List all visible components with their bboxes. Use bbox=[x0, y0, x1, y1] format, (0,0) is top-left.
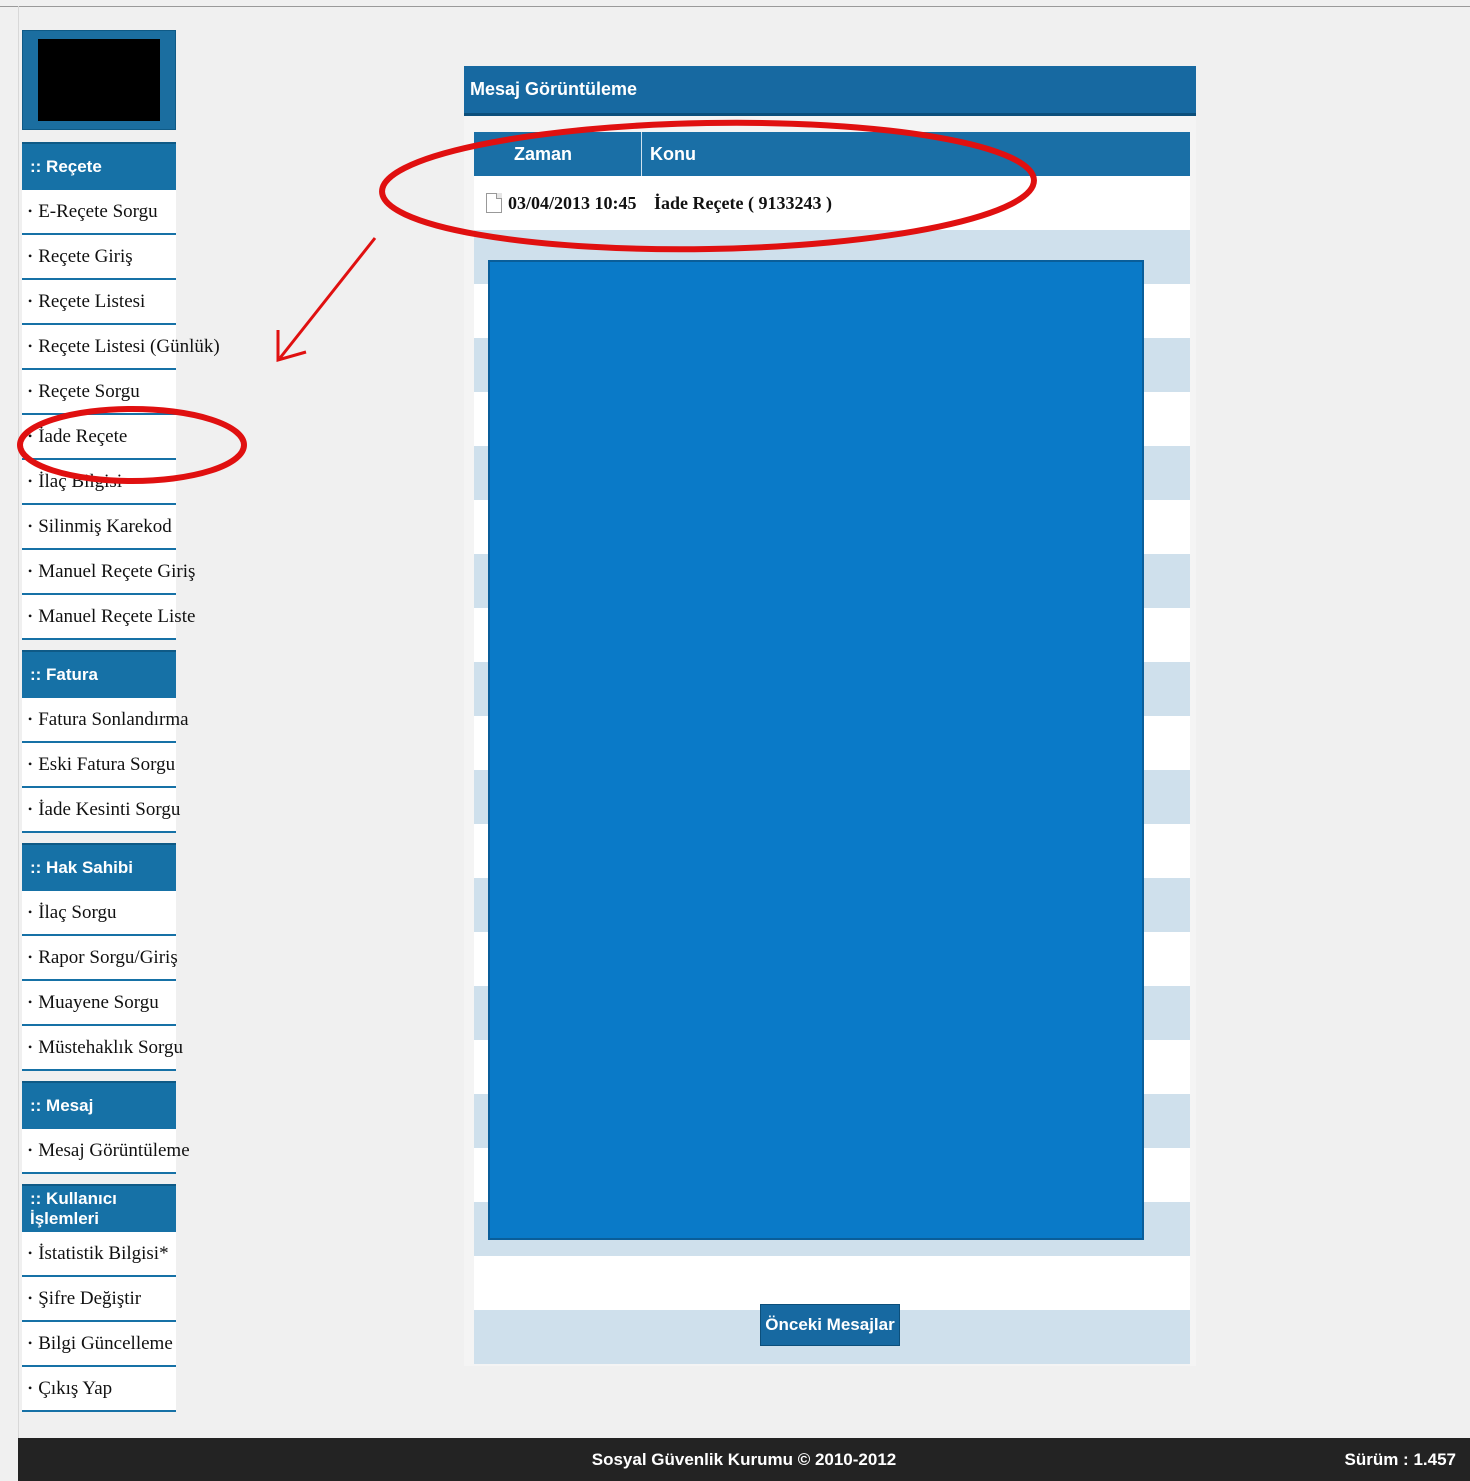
footer-copyright: Sosyal Güvenlik Kurumu © 2010-2012 bbox=[591, 1450, 897, 1469]
highlight-ellipse-iade-recete bbox=[17, 406, 247, 484]
annotation-overlay bbox=[17, 119, 1037, 484]
highlight-ellipse-message-row bbox=[379, 119, 1037, 253]
annotation-arrow-line bbox=[278, 237, 377, 359]
footer: Sosyal Güvenlik Kurumu © 2010-2012 Sürüm… bbox=[18, 1438, 1470, 1481]
footer-version: Sürüm : 1.457 bbox=[1344, 1450, 1457, 1469]
